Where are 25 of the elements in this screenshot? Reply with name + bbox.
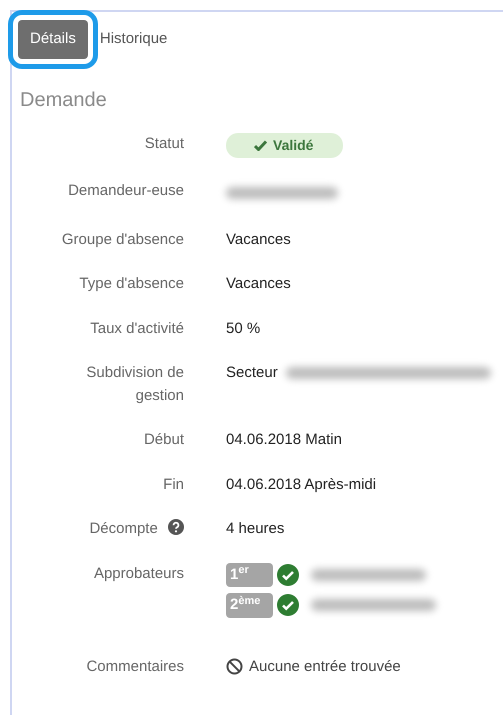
field-label: Type d'absence: [79, 275, 184, 292]
field-label: Approbateurs: [94, 564, 184, 582]
rank-badge: 1$^{er}$: [226, 562, 273, 587]
field-value: Vacances: [226, 274, 291, 294]
field-label: Commentaires: [86, 658, 184, 674]
field-value: 4 heures: [226, 519, 284, 539]
field-value: Vacances: [226, 230, 291, 250]
field-value: 50 %: [226, 318, 260, 338]
status-badge: Validé: [226, 132, 344, 158]
field-label: Fin: [163, 476, 184, 492]
field-value: 04.06.2018 Après-midi: [226, 474, 376, 494]
tab[interactable]: Historique: [94, 20, 174, 58]
field-label: Subdivision de gestion: [86, 364, 184, 404]
empty-message: Aucune entrée trouvée: [249, 656, 401, 676]
field-label: Taux d'activité: [90, 320, 184, 336]
section-title: Demande: [20, 88, 108, 112]
field-label: Groupe d'absence: [62, 230, 184, 248]
field-label: Début: [144, 431, 184, 448]
field-label: Décompte: [89, 520, 158, 537]
field-value: Secteur: [226, 363, 278, 383]
rank-badge: 2$^{ème}$: [226, 593, 273, 618]
field-label: Demandeur-euse: [68, 182, 184, 199]
tab[interactable]: Détails: [18, 20, 88, 58]
field-value: 04.06.2018 Matin: [226, 430, 342, 450]
field-label: Statut: [144, 134, 184, 152]
